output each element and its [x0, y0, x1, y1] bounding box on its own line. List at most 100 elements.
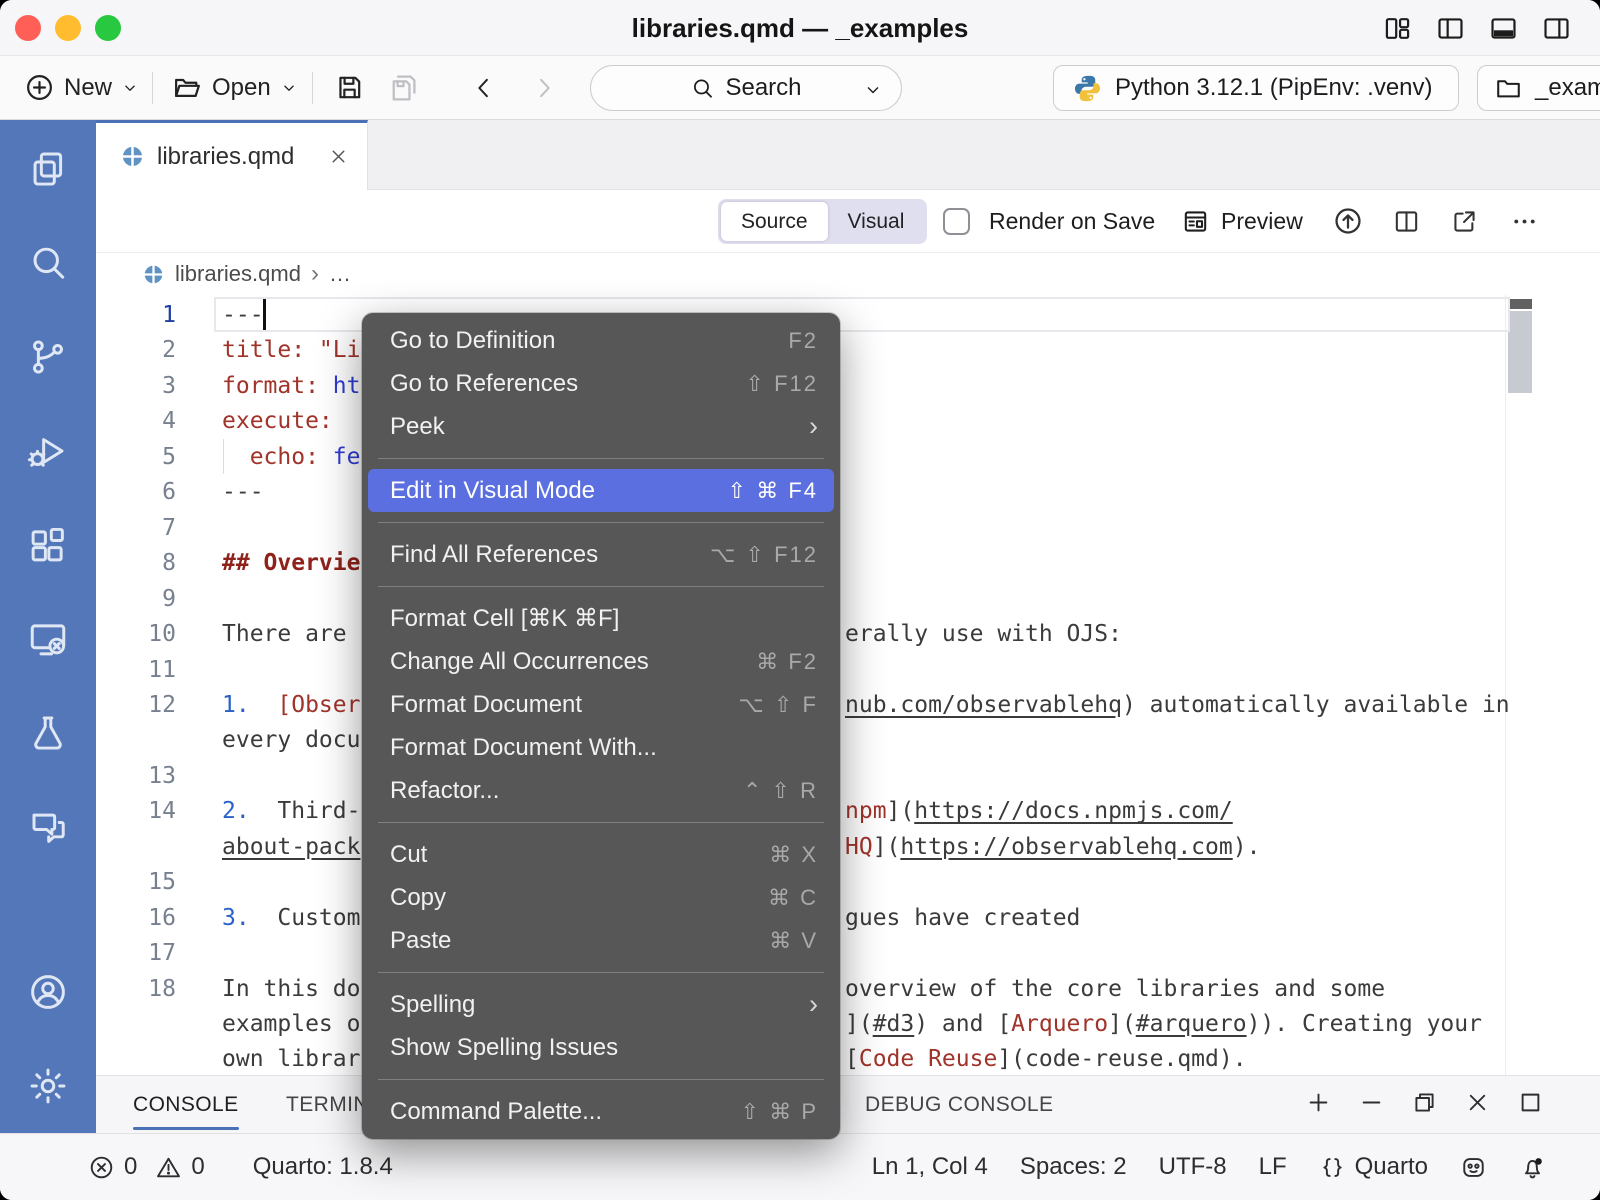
close-tab-icon[interactable]: [328, 146, 349, 167]
code-text: 1.: [222, 687, 277, 723]
menu-item-show-spelling-issues[interactable]: Show Spelling Issues: [368, 1026, 834, 1069]
code-line[interactable]: 5 echo: fe: [96, 439, 1600, 475]
code-line[interactable]: every docu: [96, 722, 1600, 758]
search-big-icon: [27, 242, 69, 284]
code-editor[interactable]: 1---2title: "Li3format: ht4execute:5 ech…: [96, 295, 1600, 1075]
menu-item-go-to-definition[interactable]: Go to DefinitionF2: [368, 319, 834, 362]
status-item-smiley[interactable]: [1460, 1154, 1487, 1181]
activity-item-run-debug[interactable]: [0, 404, 96, 498]
visual-mode-button[interactable]: Visual: [828, 202, 925, 241]
code-text: In this do: [222, 971, 360, 1007]
activity-item-extensions[interactable]: [0, 498, 96, 592]
search-input[interactable]: Search: [590, 65, 902, 111]
panel-tab-debug-console[interactable]: DEBUG CONSOLE: [865, 1076, 1053, 1133]
line-number: 1: [96, 297, 176, 333]
status-item-spaces-2[interactable]: Spaces: 2: [1020, 1153, 1127, 1181]
status-item-bell-dot[interactable]: [1519, 1154, 1546, 1181]
code-line[interactable]: 18In this dooverview of the core librari…: [96, 971, 1600, 1007]
source-mode-button[interactable]: Source: [721, 202, 828, 241]
code-line[interactable]: 163. Customgues have created: [96, 900, 1600, 936]
open-button[interactable]: Open: [172, 56, 298, 119]
render-on-save-checkbox[interactable]: [943, 208, 970, 235]
preview-button[interactable]: Preview: [1181, 190, 1303, 252]
panel-tab-console[interactable]: CONSOLE: [133, 1076, 239, 1133]
code-line[interactable]: 8## Overvie: [96, 545, 1600, 581]
code-line[interactable]: about-packHQ](https://observablehq.com).: [96, 829, 1600, 865]
status-item-0[interactable]: 0: [155, 1153, 204, 1181]
code-line[interactable]: 121. [Obsernub.com/observablehq) automat…: [96, 687, 1600, 723]
code-text: Code Reuse: [859, 1041, 997, 1075]
code-line[interactable]: 9: [96, 581, 1600, 617]
panel-max-button[interactable]: [1517, 1089, 1544, 1121]
panel-close-button[interactable]: [1464, 1089, 1491, 1121]
save-all-button[interactable]: [388, 56, 420, 119]
menu-item-format-document-with[interactable]: Format Document With...: [368, 726, 834, 769]
code-line[interactable]: 11: [96, 652, 1600, 688]
menu-item-format-document[interactable]: Format Document⌥ ⇧ F: [368, 683, 834, 726]
activity-item-explorer[interactable]: [0, 122, 96, 216]
activity-item-source-control[interactable]: [0, 310, 96, 404]
status-item-utf-8[interactable]: UTF-8: [1159, 1153, 1227, 1181]
code-line[interactable]: 13: [96, 758, 1600, 794]
code-line[interactable]: own librar[Code Reuse](code-reuse.qmd).: [96, 1041, 1600, 1075]
panel-restore-button[interactable]: [1411, 1089, 1438, 1121]
status-item-quarto-1-8-4[interactable]: Quarto: 1.8.4: [253, 1153, 393, 1181]
render-button[interactable]: [1332, 190, 1364, 252]
folder-icon: [1494, 74, 1523, 103]
open-in-new-window-button[interactable]: [1450, 190, 1479, 252]
editor-tabstrip: libraries.qmd: [96, 120, 1600, 190]
activity-item-console[interactable]: [0, 592, 96, 686]
tab-libraries-qmd[interactable]: libraries.qmd: [96, 120, 368, 190]
code-line[interactable]: 10There are erally use with OJS:: [96, 616, 1600, 652]
code-line[interactable]: examples o](#d3) and [Arquero](#arquero)…: [96, 1006, 1600, 1042]
code-line[interactable]: 4execute:: [96, 403, 1600, 439]
navigate-back-button[interactable]: [470, 56, 498, 119]
breadcrumb[interactable]: libraries.qmd › …: [96, 253, 1600, 295]
menu-item-format-cell-k-f[interactable]: Format Cell [⌘K ⌘F]: [368, 597, 834, 640]
status-item-lf[interactable]: LF: [1259, 1153, 1287, 1181]
toggle-panel-icon[interactable]: [1488, 13, 1519, 44]
code-line[interactable]: 1---: [96, 297, 1600, 333]
activity-item-chat[interactable]: [0, 780, 96, 874]
menu-item-change-all-occurrences[interactable]: Change All Occurrences⌘ F2: [368, 640, 834, 683]
code-line[interactable]: 15: [96, 864, 1600, 900]
menu-item-edit-in-visual-mode[interactable]: Edit in Visual Mode⇧ ⌘ F4: [368, 469, 834, 512]
split-editor-button[interactable]: [1392, 190, 1421, 252]
status-item-ln-1-col-4[interactable]: Ln 1, Col 4: [872, 1153, 988, 1181]
activity-item-testing[interactable]: [0, 686, 96, 780]
save-button[interactable]: [334, 56, 365, 119]
menu-item-copy[interactable]: Copy⌘ C: [368, 876, 834, 919]
code-line[interactable]: 7: [96, 510, 1600, 546]
toggle-sidebar-icon[interactable]: [1435, 13, 1466, 44]
menu-item-find-all-references[interactable]: Find All References⌥ ⇧ F12: [368, 533, 834, 576]
code-line[interactable]: 17: [96, 935, 1600, 971]
menu-item-paste[interactable]: Paste⌘ V: [368, 919, 834, 962]
code-line[interactable]: 2title: "Li: [96, 332, 1600, 368]
panel-minus-button[interactable]: [1358, 1089, 1385, 1121]
menu-item-refactor[interactable]: Refactor...⌃ ⇧ R: [368, 769, 834, 812]
menu-item-command-palette[interactable]: Command Palette...⇧ ⌘ P: [368, 1090, 834, 1133]
menu-separator: [378, 822, 824, 823]
code-line[interactable]: 142. Third-npm](https://docs.npmjs.com/: [96, 793, 1600, 829]
customize-layout-icon[interactable]: [1382, 13, 1413, 44]
code-line[interactable]: 3format: ht: [96, 368, 1600, 404]
activity-item-search-big[interactable]: [0, 216, 96, 310]
menu-item-spelling[interactable]: Spelling›: [368, 983, 834, 1026]
toggle-secondary-sidebar-icon[interactable]: [1541, 13, 1572, 44]
interpreter-selector[interactable]: Python 3.12.1 (PipEnv: .venv): [1053, 65, 1459, 111]
more-actions-button[interactable]: [1510, 190, 1539, 252]
panel-plus-button[interactable]: [1305, 1089, 1332, 1121]
new-button[interactable]: New: [24, 56, 139, 119]
navigate-forward-button[interactable]: [530, 56, 558, 119]
menu-item-peek[interactable]: Peek›: [368, 405, 834, 448]
smiley-icon: [1460, 1154, 1487, 1181]
workspace-selector[interactable]: _examples: [1477, 65, 1600, 111]
menu-item-go-to-references[interactable]: Go to References⇧ F12: [368, 362, 834, 405]
code-text: ---: [222, 474, 264, 510]
status-item-0[interactable]: 0: [88, 1153, 137, 1181]
code-line[interactable]: 6---: [96, 474, 1600, 510]
menu-item-cut[interactable]: Cut⌘ X: [368, 833, 834, 876]
activity-item-settings[interactable]: [0, 1039, 96, 1133]
activity-item-account[interactable]: [0, 945, 96, 1039]
status-item-quarto[interactable]: Quarto: [1319, 1153, 1428, 1181]
